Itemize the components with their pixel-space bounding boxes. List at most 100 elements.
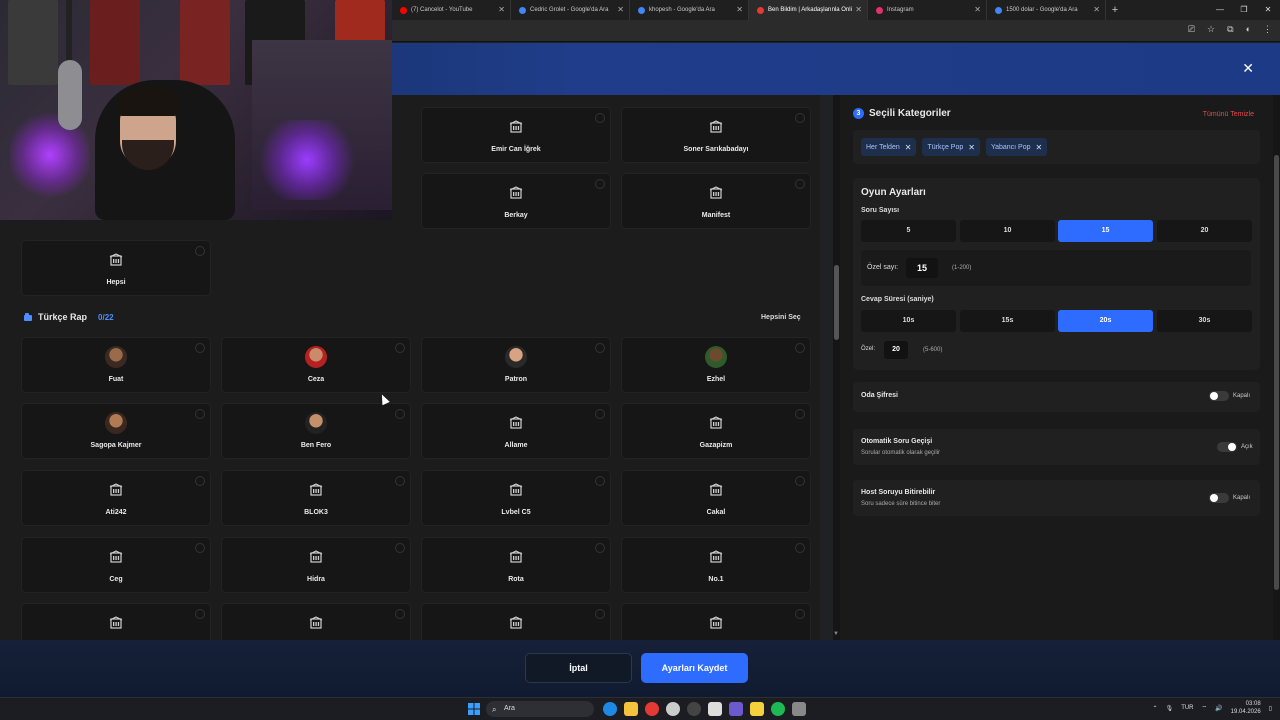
select-radio[interactable]	[795, 179, 805, 189]
select-radio[interactable]	[795, 476, 805, 486]
save-settings-button[interactable]: Ayarları Kaydet	[641, 653, 748, 683]
question-count-option[interactable]: 10	[960, 220, 1055, 242]
tab-close-icon[interactable]: ✕	[617, 5, 624, 15]
category-card[interactable]: No.1	[621, 537, 811, 593]
select-radio[interactable]	[595, 179, 605, 189]
tab-close-icon[interactable]: ✕	[855, 5, 862, 15]
category-card[interactable]: Ceg	[21, 537, 211, 593]
window-close-icon[interactable]: ✕	[1256, 0, 1280, 20]
category-card[interactable]: Hidra	[221, 537, 411, 593]
browser-tab[interactable]: 1500 dolar - Google'da Ara ✕	[987, 0, 1106, 20]
select-all-button[interactable]: Hepsini Seç	[761, 314, 801, 321]
category-card[interactable]	[21, 603, 211, 640]
category-card[interactable]	[421, 603, 611, 640]
select-radio[interactable]	[195, 609, 205, 619]
menu-kebab-icon[interactable]: ⋮	[1263, 24, 1272, 35]
question-count-option[interactable]: 5	[861, 220, 956, 242]
wifi-icon[interactable]: ⌔	[1202, 704, 1208, 712]
tab-close-icon[interactable]: ✕	[736, 5, 743, 15]
tab-close-icon[interactable]: ✕	[1093, 5, 1100, 15]
sticky-notes-icon[interactable]	[750, 702, 764, 716]
select-radio[interactable]	[395, 409, 405, 419]
select-radio[interactable]	[795, 543, 805, 553]
minimize-icon[interactable]: —	[1208, 0, 1232, 20]
category-card[interactable]: Patron	[421, 337, 611, 393]
select-radio[interactable]	[795, 409, 805, 419]
bookmark-star-icon[interactable]: ☆	[1207, 24, 1215, 35]
scroll-down-icon[interactable]: ▼	[833, 631, 839, 637]
remove-chip-icon[interactable]: ✕	[968, 143, 975, 152]
category-card[interactable]	[221, 603, 411, 640]
notepad-icon[interactable]	[708, 702, 722, 716]
select-radio[interactable]	[195, 543, 205, 553]
close-icon[interactable]: ✕	[1242, 60, 1254, 77]
answer-time-option[interactable]: 30s	[1157, 310, 1252, 332]
chevron-up-icon[interactable]: ⌃	[1153, 705, 1158, 712]
select-radio[interactable]	[795, 343, 805, 353]
category-card[interactable]: Ben Fero	[221, 403, 411, 459]
right-scrollbar[interactable]	[1273, 95, 1280, 640]
select-radio[interactable]	[595, 113, 605, 123]
category-card[interactable]: Ezhel	[621, 337, 811, 393]
select-radio[interactable]	[795, 609, 805, 619]
select-radio[interactable]	[395, 476, 405, 486]
select-radio[interactable]	[395, 543, 405, 553]
category-card[interactable]: Fuat	[21, 337, 211, 393]
microphone-icon[interactable]: 🎙	[1166, 705, 1174, 712]
left-scrollbar[interactable]	[833, 95, 840, 640]
remove-chip-icon[interactable]: ✕	[905, 143, 912, 152]
category-card[interactable]: Cakal	[621, 470, 811, 526]
file-explorer-icon[interactable]	[624, 702, 638, 716]
category-card[interactable]: Emir Can İğrek	[421, 107, 611, 163]
github-icon[interactable]	[666, 702, 680, 716]
profile-icon[interactable]: ◐	[1246, 24, 1251, 35]
custom-count-input[interactable]: 15	[906, 258, 938, 278]
clear-all-button[interactable]: Tümünü Temizle	[1203, 111, 1254, 118]
browser-tab[interactable]: Instagram ✕	[868, 0, 987, 20]
question-count-option[interactable]: 20	[1157, 220, 1252, 242]
host-finish-toggle[interactable]	[1209, 493, 1229, 503]
cast-icon[interactable]: ⎚	[1188, 24, 1195, 35]
auto-next-toggle[interactable]	[1217, 442, 1237, 452]
new-tab-icon[interactable]: +	[1106, 4, 1124, 16]
category-card[interactable]: Rota	[421, 537, 611, 593]
tab-close-icon[interactable]: ✕	[498, 5, 505, 15]
category-card[interactable]: Ceza	[221, 337, 411, 393]
category-card[interactable]: Gazapizm	[621, 403, 811, 459]
select-radio[interactable]	[195, 476, 205, 486]
extensions-icon[interactable]: ⧉	[1227, 24, 1233, 35]
language-indicator[interactable]: TUR	[1181, 705, 1193, 711]
answer-time-option[interactable]: 20s	[1058, 310, 1153, 332]
category-card[interactable]: Manifest	[621, 173, 811, 229]
category-card[interactable]: Lvbel C5	[421, 470, 611, 526]
answer-time-option[interactable]: 15s	[960, 310, 1055, 332]
select-radio[interactable]	[395, 343, 405, 353]
category-card[interactable]: Ati242	[21, 470, 211, 526]
category-card[interactable]: BLOK3	[221, 470, 411, 526]
browser-tab[interactable]: Ben Bildim | Arkadaşlarınla Onli ✕	[749, 0, 868, 20]
spotify-icon[interactable]	[771, 702, 785, 716]
select-radio[interactable]	[595, 543, 605, 553]
notification-icon[interactable]: ▯	[1269, 705, 1272, 712]
select-radio[interactable]	[595, 343, 605, 353]
remove-chip-icon[interactable]: ✕	[1036, 143, 1043, 152]
answer-time-option[interactable]: 10s	[861, 310, 956, 332]
category-card[interactable]: Allame	[421, 403, 611, 459]
category-card[interactable]: Sagopa Kajmer	[21, 403, 211, 459]
maximize-icon[interactable]: ❐	[1232, 0, 1256, 20]
taskbar-search[interactable]: ⌕ Ara	[486, 701, 594, 717]
select-radio[interactable]	[595, 609, 605, 619]
browser-tab[interactable]: Cedric Grolet - Google'da Ara ✕	[511, 0, 630, 20]
scrollbar-thumb[interactable]	[1274, 155, 1279, 590]
select-radio[interactable]	[195, 409, 205, 419]
edge-icon[interactable]	[603, 702, 617, 716]
select-radio[interactable]	[395, 609, 405, 619]
browser-tab[interactable]: (7) Cancelot - YouTube ✕	[392, 0, 511, 20]
tab-close-icon[interactable]: ✕	[974, 5, 981, 15]
select-radio[interactable]	[595, 476, 605, 486]
select-radio[interactable]	[195, 343, 205, 353]
scrollbar-thumb[interactable]	[834, 265, 839, 340]
category-card[interactable]	[621, 603, 811, 640]
obs-icon[interactable]	[687, 702, 701, 716]
room-password-toggle[interactable]	[1209, 391, 1229, 401]
